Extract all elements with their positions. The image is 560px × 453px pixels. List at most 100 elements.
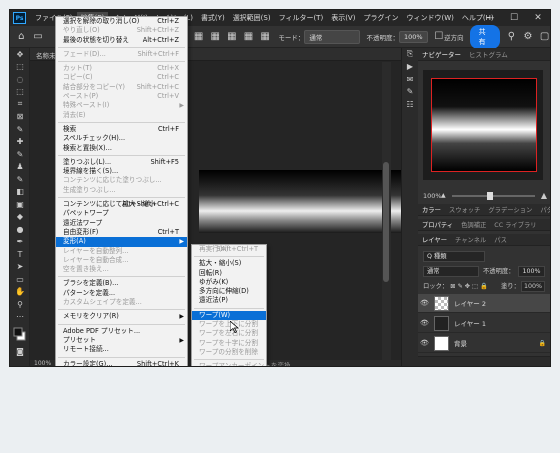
navigator-thumbnail[interactable] [431, 78, 537, 172]
dodge-tool-icon[interactable]: ● [10, 223, 30, 236]
transform-menu-item[interactable]: ワープ(W) [192, 310, 266, 321]
menubar-item[interactable]: 選択範囲(S) [229, 12, 275, 24]
layer-row[interactable]: 👁 背景 🔒 [418, 334, 550, 353]
gear-icon[interactable]: ⚙ [523, 31, 534, 43]
transform-menu-item[interactable]: ゆがみ(K) [192, 278, 266, 287]
navigator-zoom-value[interactable]: 100% [423, 192, 442, 200]
hand-tool-icon[interactable]: ✋ [10, 286, 30, 299]
layers-panel-tab[interactable]: チャンネル [451, 235, 490, 244]
lasso-tool-icon[interactable]: ◌ [10, 73, 30, 86]
brush-tool-icon[interactable]: ✎ [10, 148, 30, 161]
edit-menu-item[interactable]: 変形(A) ▶ [56, 237, 187, 247]
menubar-item[interactable]: 表示(V) [327, 12, 359, 24]
edit-menu-item[interactable]: リモート接続... [56, 345, 187, 354]
stamp-tool-icon[interactable]: ♟ [10, 161, 30, 174]
menubar-item[interactable]: 書式(Y) [197, 12, 229, 24]
menubar-item[interactable]: プラグイン [359, 12, 402, 24]
home-icon[interactable]: ⌂ [16, 31, 27, 43]
eyedropper-icon[interactable]: ✎ [10, 123, 30, 136]
object-selection-icon[interactable]: ⬚ [10, 86, 30, 99]
zoom-level[interactable]: 100% [34, 360, 51, 366]
edit-menu-item[interactable]: パペットワープ [56, 209, 187, 218]
reflected-gradient-icon[interactable]: ▦ [243, 31, 254, 43]
edit-menu-item[interactable]: 選択を解除の取り消し(O) Ctrl+Z [56, 17, 187, 26]
pen-tool-icon[interactable]: ✒ [10, 236, 30, 249]
eye-icon[interactable]: 👁 [418, 319, 431, 327]
marquee-tool-icon[interactable]: ⬚ [10, 61, 30, 74]
properties-panel-tab[interactable]: プロパティ [418, 220, 457, 229]
layers-panel-tab[interactable]: レイヤー [418, 235, 451, 244]
edit-menu-item[interactable]: 検索 Ctrl+F [56, 125, 187, 134]
blur-tool-icon[interactable]: ◆ [10, 211, 30, 224]
maximize-button[interactable]: ☐ [502, 10, 526, 26]
properties-panel-tab[interactable]: CC ライブラリ [490, 220, 540, 229]
frame-tool-icon[interactable]: ⊠ [10, 111, 30, 124]
zoom-slider[interactable] [451, 191, 535, 200]
color-panel-tab[interactable]: グラデーション [484, 205, 536, 214]
edit-menu-item[interactable]: ブラシを定義(B)... [56, 279, 187, 288]
transform-menu-item[interactable]: 拡大・縮小(S) [192, 259, 266, 268]
minimize-button[interactable]: — [478, 10, 502, 26]
tab-navigator[interactable]: ナビゲーター [418, 49, 465, 59]
transform-menu-item[interactable]: 回転(R) [192, 269, 266, 278]
brush-settings-icon[interactable]: ✎ [402, 86, 418, 99]
share-button[interactable]: 共有 [469, 24, 501, 49]
transform-menu-item[interactable]: 遠近法(P) [192, 296, 266, 305]
fill-input[interactable]: 100% [521, 281, 546, 292]
rectangle-tool-icon[interactable]: ▭ [10, 273, 30, 286]
search-icon[interactable]: ⚲ [506, 31, 517, 43]
history-brush-icon[interactable]: ✎ [10, 173, 30, 186]
color-panel-tab[interactable]: パターン [536, 205, 550, 214]
edit-menu-item[interactable]: カラー設定(G)... Shift+Ctrl+K [56, 360, 187, 367]
linear-gradient-icon[interactable]: ▦ [193, 31, 204, 43]
gradient-tool-icon[interactable]: ▭ [33, 31, 44, 43]
opacity-input[interactable]: 100% [398, 30, 428, 43]
edit-menu-item[interactable]: プリセット ▶ [56, 336, 187, 345]
edit-menu-item[interactable]: 検索と置換(X)... [56, 144, 187, 153]
vertical-scrollbar[interactable] [382, 62, 391, 360]
eye-icon[interactable]: 👁 [418, 299, 431, 307]
gradient-tool-icon[interactable]: ▣ [10, 198, 30, 211]
menubar-item[interactable]: ウィンドウ(W) [402, 12, 457, 24]
blend-mode-select[interactable]: 通常 [423, 266, 479, 277]
edit-menu-item[interactable]: 遠近法ワープ [56, 219, 187, 228]
comments-icon[interactable]: ✉ [402, 73, 418, 86]
scrollbar-thumb[interactable] [383, 162, 389, 282]
close-button[interactable]: ✕ [526, 10, 550, 26]
layer-row[interactable]: 👁 レイヤー 1 [418, 314, 550, 333]
layer-row[interactable]: 👁 レイヤー 2 [418, 294, 550, 313]
healing-brush-icon[interactable]: ✚ [10, 136, 30, 149]
actions-play-icon[interactable]: ▶ [402, 61, 418, 74]
more-tools-icon[interactable]: ⋯ [10, 311, 30, 324]
angle-gradient-icon[interactable]: ▦ [227, 31, 238, 43]
edit-menu-item[interactable]: スペルチェック(H)... [56, 134, 187, 143]
zoom-out-icon[interactable]: ▲ [441, 192, 446, 199]
radial-gradient-icon[interactable]: ▦ [210, 31, 221, 43]
zoom-in-icon[interactable]: ▲ [541, 191, 547, 200]
edit-menu-item[interactable]: Adobe PDF プリセット... [56, 327, 187, 336]
edit-menu-item[interactable]: 自由変形(F) Ctrl+T [56, 228, 187, 237]
eye-icon[interactable]: 👁 [418, 339, 431, 347]
quick-mask-icon[interactable]: ◙ [10, 345, 30, 358]
menubar-item[interactable]: フィルター(T) [275, 12, 328, 24]
workspace-icon[interactable]: ▢ [539, 31, 550, 43]
zoom-slider-knob[interactable] [486, 191, 493, 200]
tab-histogram[interactable]: ヒストグラム [465, 49, 512, 59]
adjustments-icon[interactable]: ☷ [402, 98, 418, 111]
canvas-image[interactable] [199, 170, 401, 233]
type-tool-icon[interactable]: T [10, 248, 30, 261]
layer-opacity-input[interactable]: 100% [518, 266, 545, 277]
edit-menu-item[interactable]: 塗りつぶし(L)... Shift+F5 [56, 158, 187, 167]
layer-filter-select[interactable]: Q 種類 [423, 251, 485, 262]
color-panel-tab[interactable]: カラー [418, 205, 445, 214]
edit-menu-item[interactable]: パターンを定義... [56, 289, 187, 298]
diamond-gradient-icon[interactable]: ▦ [260, 31, 271, 43]
properties-panel-tab[interactable]: 色調補正 [457, 220, 490, 229]
fg-bg-color-icon[interactable] [13, 327, 27, 341]
edit-menu-item[interactable]: メモリをクリア(R) ▶ [56, 312, 187, 321]
color-panel-tab[interactable]: スウォッチ [445, 205, 484, 214]
history-icon[interactable]: ⎘ [402, 48, 418, 61]
path-selection-icon[interactable]: ➤ [10, 261, 30, 274]
edit-menu-item[interactable]: 最後の状態を切り替え Alt+Ctrl+Z [56, 36, 187, 45]
edit-menu-item[interactable]: コンテンツに応じて拡大・縮小 Alt+Shift+Ctrl+C [56, 200, 187, 209]
